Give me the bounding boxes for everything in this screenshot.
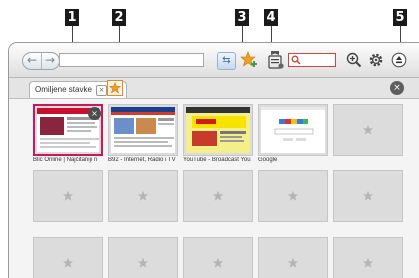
star-placeholder-icon: [362, 124, 374, 135]
star-placeholder-icon: [287, 257, 299, 268]
star-plus-icon: [240, 51, 257, 67]
favorites-list-button[interactable]: [267, 50, 285, 70]
speed-dial-tile-b92[interactable]: [108, 104, 178, 156]
tile-remove-button[interactable]: ×: [88, 107, 101, 120]
callout-2: 2: [112, 9, 126, 26]
search-field[interactable]: [288, 53, 336, 67]
tile-label-b92: B92 - Internet, Radio i TV: [108, 157, 176, 163]
refresh-button[interactable]: ⇆: [217, 52, 236, 70]
callout-3: 3: [235, 9, 249, 26]
browser-window: ← → ⇆ Omiljene stavke × × × Blic Online …: [8, 42, 419, 278]
speed-dial-tile-empty[interactable]: [183, 170, 253, 222]
speed-dial-tile-empty[interactable]: [183, 237, 253, 278]
gear-icon: [369, 53, 383, 67]
star-placeholder-icon: [137, 190, 149, 201]
toolbar: ← → ⇆: [9, 43, 419, 78]
navigation-buttons: ← →: [22, 52, 60, 70]
back-button[interactable]: ←: [23, 53, 42, 69]
bookmark-list-icon: [268, 51, 284, 69]
star-placeholder-icon: [287, 190, 299, 201]
speed-dial-grid: × Blic Online | Najčitaniji n B92 - Inte…: [9, 99, 419, 278]
speed-dial-tile-empty[interactable]: [333, 104, 403, 156]
b92-thumbnail: [111, 107, 175, 153]
url-input[interactable]: [59, 53, 204, 67]
forward-button[interactable]: →: [41, 53, 59, 69]
speed-dial-tile-blic[interactable]: ×: [33, 104, 103, 156]
tile-label-blic: Blic Online | Najčitaniji n: [33, 157, 98, 163]
youtube-thumbnail: [186, 107, 250, 153]
star-placeholder-icon: [62, 257, 74, 268]
tab-bar: Omiljene stavke × ×: [9, 78, 419, 99]
menu-scroll-button[interactable]: [391, 52, 407, 68]
tile-label-google: Google: [258, 157, 278, 163]
star-placeholder-icon: [212, 257, 224, 268]
speed-dial-tile-empty[interactable]: [33, 237, 103, 278]
google-thumbnail: [261, 107, 325, 153]
tab-close-button[interactable]: ×: [96, 85, 107, 96]
speed-dial-tile-google[interactable]: [258, 104, 328, 156]
star-icon: [108, 81, 122, 94]
search-icon: [291, 55, 301, 65]
callout-1: 1: [65, 9, 79, 26]
callout-4: 4: [264, 9, 278, 26]
tab-favorites-label: Omiljene stavke: [35, 85, 92, 94]
favorites-tab-button[interactable]: [107, 80, 123, 96]
settings-button[interactable]: [368, 52, 384, 68]
close-all-button[interactable]: ×: [390, 81, 404, 95]
star-placeholder-icon: [137, 257, 149, 268]
speed-dial-tile-empty[interactable]: [333, 170, 403, 222]
speed-dial-tile-youtube[interactable]: [183, 104, 253, 156]
zoom-button[interactable]: [346, 52, 362, 68]
star-placeholder-icon: [362, 190, 374, 201]
zoom-in-icon: [346, 52, 362, 68]
speed-dial-tile-empty[interactable]: [333, 237, 403, 278]
speed-dial-tile-empty[interactable]: [258, 237, 328, 278]
star-placeholder-icon: [62, 190, 74, 201]
speed-dial-tile-empty[interactable]: [108, 170, 178, 222]
speed-dial-tile-empty[interactable]: [33, 170, 103, 222]
speed-dial-tile-empty[interactable]: [258, 170, 328, 222]
scroll-up-icon: [391, 52, 407, 68]
speed-dial-tile-empty[interactable]: [108, 237, 178, 278]
add-favorite-button[interactable]: [240, 51, 258, 69]
callout-5: 5: [393, 9, 407, 26]
star-placeholder-icon: [362, 257, 374, 268]
tile-label-youtube: YouTube - Broadcast You: [183, 157, 251, 163]
star-placeholder-icon: [212, 190, 224, 201]
